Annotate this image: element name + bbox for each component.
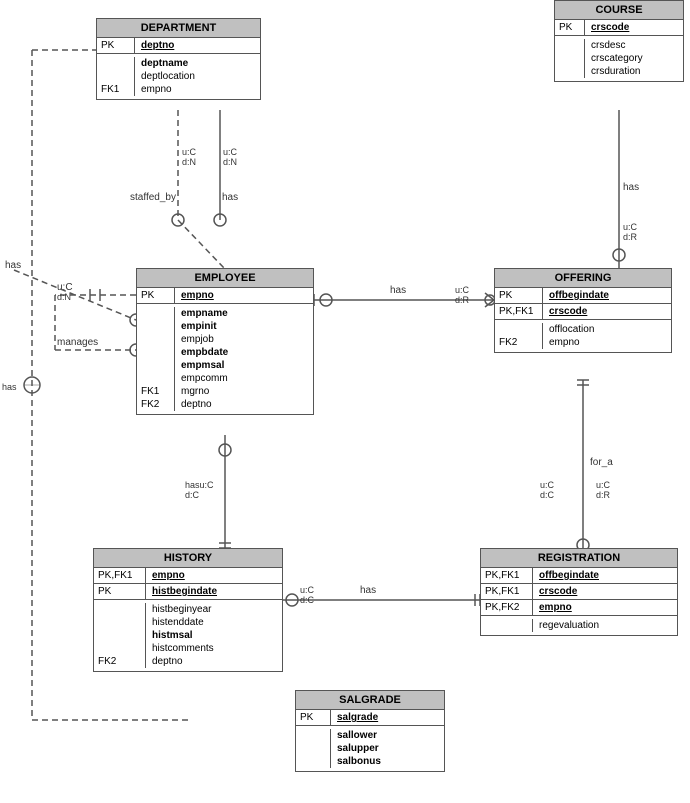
entity-employee: EMPLOYEE PK empno empname empinit empjob… [136, 268, 314, 415]
label-uc-dn-2: u:C [223, 147, 238, 157]
svg-text:has: has [2, 382, 17, 392]
history-title: HISTORY [94, 549, 282, 568]
svg-text:d:R: d:R [623, 232, 638, 242]
label-has-course: has [623, 182, 639, 193]
entity-salgrade: SALGRADE PK salgrade sallower salupper s… [295, 690, 445, 772]
svg-text:d:C: d:C [540, 490, 555, 500]
label-staffed-by: staffed_by [130, 192, 176, 203]
label-has-hist-reg: has [360, 585, 376, 596]
label-uc-dn-left: u:C [57, 282, 73, 293]
svg-text:u:C: u:C [540, 480, 555, 490]
svg-text:d:N: d:N [182, 157, 196, 167]
label-has-dept: has [222, 192, 238, 203]
registration-title: REGISTRATION [481, 549, 677, 568]
department-title: DEPARTMENT [97, 19, 260, 38]
employee-title: EMPLOYEE [137, 269, 313, 288]
label-uc-dn-1: u:C [182, 147, 197, 157]
offering-title: OFFERING [495, 269, 671, 288]
svg-text:d:N: d:N [223, 157, 237, 167]
svg-text:u:C: u:C [596, 480, 611, 490]
entity-registration: REGISTRATION PK,FK1 offbegindate PK,FK1 … [480, 548, 678, 636]
connector-svg: staffed_by has u:C d:N u:C d:N has u:C d… [0, 0, 690, 803]
label-has-emp-off: has [390, 285, 406, 296]
course-title: COURSE [555, 1, 683, 20]
entity-department: DEPARTMENT PK deptno deptname deptlocati… [96, 18, 261, 100]
svg-text:d:R: d:R [596, 490, 611, 500]
salgrade-title: SALGRADE [296, 691, 444, 710]
entity-course: COURSE PK crscode crsdesc crscategory cr… [554, 0, 684, 82]
entity-offering: OFFERING PK offbegindate PK,FK1 crscode … [494, 268, 672, 353]
diagram: staffed_by has u:C d:N u:C d:N has u:C d… [0, 0, 690, 803]
entity-history: HISTORY PK,FK1 empno PK histbegindate hi… [93, 548, 283, 672]
svg-text:d:R: d:R [455, 295, 470, 305]
svg-text:u:C: u:C [455, 285, 470, 295]
label-manages: manages [57, 337, 98, 348]
svg-text:hasu:C: hasu:C [185, 480, 214, 490]
svg-text:d:C: d:C [185, 490, 200, 500]
label-has-left: has [5, 260, 21, 271]
svg-text:d:N: d:N [57, 292, 71, 302]
label-for-a: for_a [590, 457, 613, 468]
svg-text:u:C: u:C [623, 222, 638, 232]
svg-text:u:C: u:C [300, 585, 315, 595]
svg-text:d:C: d:C [300, 595, 315, 605]
